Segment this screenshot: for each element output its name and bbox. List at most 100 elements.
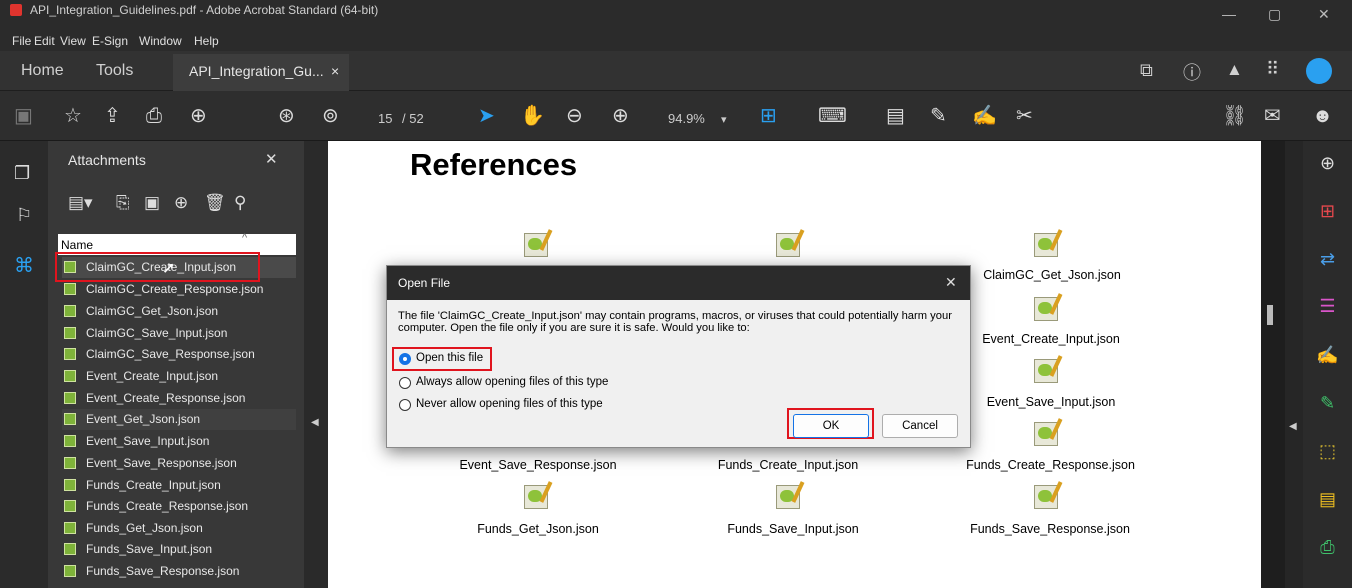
list-item[interactable]: Funds_Save_Input.json	[62, 539, 296, 560]
email-icon[interactable]: ✉	[1264, 106, 1281, 126]
list-item[interactable]: ClaimGC_Save_Input.json	[62, 323, 296, 344]
highlight-pen-icon[interactable]: ✎	[930, 106, 947, 126]
file-funds-create-response[interactable]: Funds_Create_Response.json	[953, 458, 1148, 472]
fit-page-icon[interactable]: ⊞	[760, 106, 777, 126]
share-icon[interactable]: ⧉	[1140, 60, 1153, 81]
close-window-button[interactable]: ✕	[1318, 6, 1330, 23]
zoom-search-icon[interactable]: ⊕	[190, 106, 207, 126]
zoom-dropdown-icon[interactable]: ▾	[721, 110, 727, 130]
apps-grid-icon[interactable]: ⠿	[1266, 59, 1279, 80]
link-share-icon[interactable]: ⛓	[1222, 106, 1247, 126]
edit-pdf-icon[interactable]: ✎	[1303, 393, 1352, 414]
bell-icon[interactable]: ▲	[1226, 60, 1243, 80]
list-item[interactable]: Event_Save_Input.json	[62, 431, 296, 452]
avatar[interactable]	[1306, 58, 1332, 84]
menu-edit[interactable]: Edit	[34, 34, 55, 48]
select-cursor-icon[interactable]: ➤	[478, 106, 495, 126]
sort-caret-icon[interactable]: ^	[242, 232, 247, 244]
tab-tools[interactable]: Tools	[96, 62, 133, 80]
account-icon[interactable]: ☻	[1312, 106, 1333, 126]
save-attachment-icon[interactable]: ▣	[144, 193, 160, 213]
ok-button[interactable]: OK	[793, 414, 869, 438]
page-current-input[interactable]: 15	[378, 109, 392, 129]
pages-icon[interactable]: ❐	[14, 163, 30, 184]
json-attachment-icon[interactable]	[1034, 355, 1064, 385]
json-attachment-icon[interactable]	[524, 229, 554, 259]
file-funds-save-response[interactable]: Funds_Save_Response.json	[955, 522, 1145, 536]
tab-home[interactable]: Home	[21, 62, 64, 80]
zoom-tool-icon[interactable]: ⊕	[1303, 153, 1352, 174]
list-item[interactable]: Funds_Save_Response.json	[62, 561, 296, 582]
zoom-in-icon[interactable]: ⊕	[612, 106, 629, 126]
options-menu-icon[interactable]: ▤▾	[68, 193, 93, 213]
comment-icon[interactable]: ▤	[886, 106, 905, 126]
keyboard-scroll-icon[interactable]: ⌨	[818, 106, 847, 126]
fill-sign-icon[interactable]: ✍	[1303, 345, 1352, 366]
tab-close-icon[interactable]: ×	[331, 63, 339, 79]
search-attachment-icon[interactable]: ⚲	[234, 193, 246, 213]
delete-attachment-icon[interactable]: 🗑	[204, 193, 226, 213]
file-funds-get[interactable]: Funds_Get_Json.json	[458, 522, 618, 536]
menu-view[interactable]: View	[60, 34, 86, 48]
minimize-button[interactable]: —	[1222, 6, 1236, 22]
list-item[interactable]: Event_Get_Json.json	[62, 409, 296, 430]
print-icon[interactable]: ⎙	[146, 106, 162, 126]
attachments-icon[interactable]: ⌘	[14, 253, 34, 278]
restore-button[interactable]: ▢	[1268, 6, 1281, 23]
scan-icon[interactable]: ⎙	[1303, 537, 1352, 558]
radio-never-allow[interactable]	[399, 399, 411, 411]
file-funds-save-input[interactable]: Funds_Save_Input.json	[713, 522, 873, 536]
file-event-save-response[interactable]: Event_Save_Response.json	[448, 458, 628, 472]
file-claimgc-get[interactable]: ClaimGC_Get_Json.json	[982, 268, 1122, 282]
open-attachment-icon[interactable]: ⎘	[116, 193, 130, 213]
bookmark-icon[interactable]: ⚐	[16, 205, 32, 226]
vertical-scrollbar[interactable]	[1261, 141, 1285, 588]
collapse-left-icon[interactable]: ◀	[311, 417, 319, 428]
file-event-create-input[interactable]: Event_Create_Input.json	[971, 332, 1131, 346]
page-down-icon[interactable]: ⊚	[322, 106, 339, 126]
add-attachment-icon[interactable]: ⊕	[174, 193, 188, 213]
cancel-button[interactable]: Cancel	[882, 414, 958, 438]
file-event-save-input[interactable]: Event_Save_Input.json	[971, 395, 1131, 409]
page-up-icon[interactable]: ⊛	[278, 106, 295, 126]
radio-always-allow[interactable]	[399, 377, 411, 389]
help-icon[interactable]: ⓘ	[1183, 59, 1201, 85]
menu-help[interactable]: Help	[194, 34, 219, 48]
json-attachment-icon[interactable]	[776, 481, 806, 511]
menu-file[interactable]: File	[12, 34, 31, 48]
json-attachment-icon[interactable]	[776, 229, 806, 259]
save-icon[interactable]: ▣	[14, 106, 33, 126]
list-item[interactable]: Funds_Create_Input.json	[62, 475, 296, 496]
json-attachment-icon[interactable]	[1034, 418, 1064, 448]
json-attachment-icon[interactable]	[1034, 293, 1064, 323]
menu-esign[interactable]: E-Sign	[92, 34, 128, 48]
scrollbar-thumb[interactable]	[1267, 305, 1273, 325]
list-item[interactable]: Funds_Get_Json.json	[62, 518, 296, 539]
zoom-level[interactable]: 94.9%	[668, 109, 705, 129]
list-item[interactable]: ClaimGC_Create_Response.json	[62, 279, 296, 300]
list-item[interactable]: Event_Save_Response.json	[62, 453, 296, 474]
json-attachment-icon[interactable]	[1034, 229, 1064, 259]
json-attachment-icon[interactable]	[1034, 481, 1064, 511]
export-pdf-icon[interactable]: ⇄	[1303, 249, 1352, 270]
panel-splitter[interactable]: ◀	[304, 141, 328, 588]
list-item[interactable]: Event_Create_Response.json	[62, 388, 296, 409]
hand-tool-icon[interactable]: ✋	[520, 106, 545, 126]
json-attachment-icon[interactable]	[524, 481, 554, 511]
file-funds-create-input[interactable]: Funds_Create_Input.json	[703, 458, 873, 472]
right-splitter[interactable]: ◀	[1285, 141, 1303, 588]
create-pdf-icon[interactable]: ⊞	[1303, 201, 1352, 222]
collapse-right-icon[interactable]: ◀	[1289, 421, 1297, 432]
tab-document[interactable]: API_Integration_Gu... ×	[173, 54, 349, 91]
compress-icon[interactable]: ⬚	[1303, 441, 1352, 462]
sign-icon[interactable]: ✍	[972, 106, 997, 126]
upload-cloud-icon[interactable]: ⇪	[104, 106, 121, 126]
list-item[interactable]: Funds_Create_Response.json	[62, 496, 296, 517]
panel-close-icon[interactable]: ✕	[265, 150, 278, 168]
radio-open-this-file[interactable]	[399, 353, 411, 365]
redact-icon[interactable]: ✂	[1016, 106, 1033, 126]
list-item[interactable]: ClaimGC_Save_Response.json	[62, 344, 296, 365]
zoom-out-icon[interactable]: ⊖	[566, 106, 583, 126]
dialog-close-icon[interactable]: ✕	[945, 274, 957, 291]
comment-tool-icon[interactable]: ▤	[1303, 489, 1352, 510]
